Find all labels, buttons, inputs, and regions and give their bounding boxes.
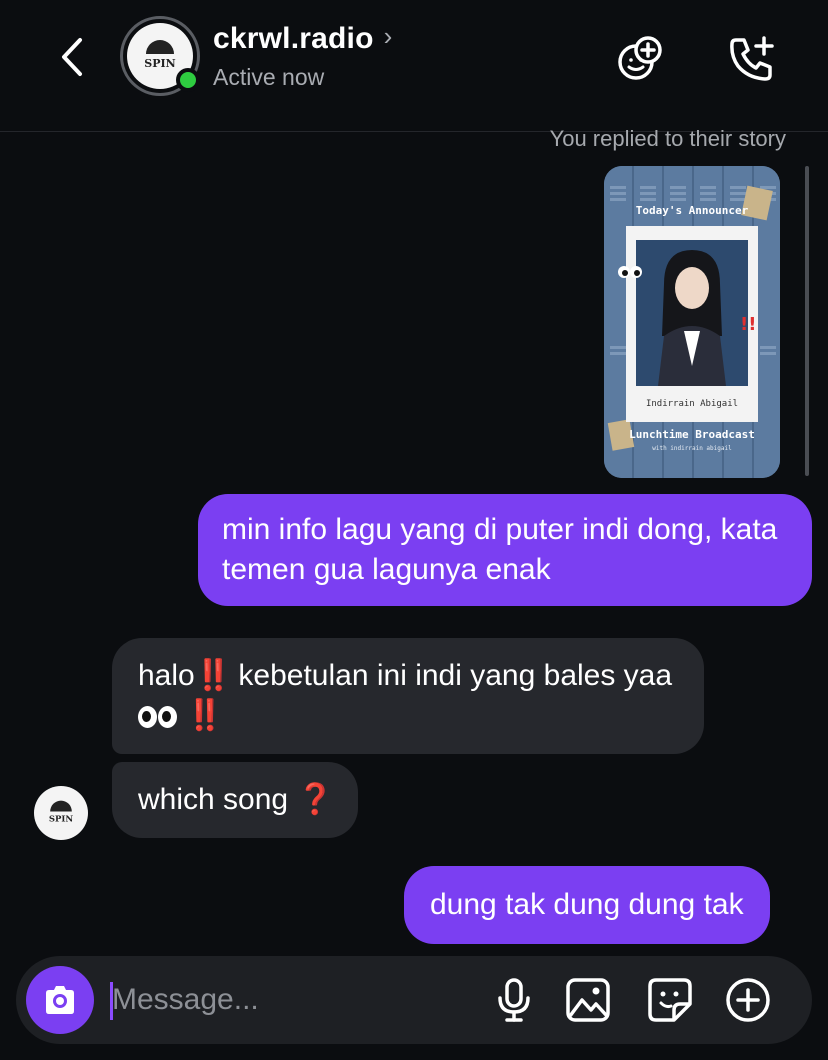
- add-call-icon[interactable]: [726, 32, 778, 84]
- sticker-icon[interactable]: [646, 976, 694, 1024]
- contact-avatar[interactable]: SPIN: [120, 16, 200, 96]
- spin-logo-icon: SPIN: [144, 40, 176, 70]
- gallery-icon[interactable]: [564, 976, 612, 1024]
- story-reply-note: You replied to their story: [549, 126, 786, 151]
- chat-header: SPIN ckrwl.radio › Active now: [0, 0, 828, 132]
- message-input[interactable]: [112, 978, 472, 1022]
- eyes-emoji: [138, 706, 178, 729]
- message-text: which song: [138, 783, 297, 816]
- outgoing-message[interactable]: min info lagu yang di puter indi dong, k…: [198, 494, 812, 606]
- double-exclamation-emoji: ‼️: [194, 659, 232, 692]
- svg-text:!!: !!: [740, 314, 756, 335]
- double-exclamation-emoji: ‼️: [186, 699, 223, 732]
- chevron-right-icon: ›: [383, 20, 393, 51]
- message-text: halo: [138, 659, 195, 692]
- story-preview[interactable]: Today's Announcer Indirrain Abigail !! L…: [604, 166, 780, 478]
- svg-text:Lunchtime Broadcast: Lunchtime Broadcast: [629, 428, 755, 441]
- incoming-message[interactable]: halo‼️ kebetulan ini indi yang bales yaa…: [112, 638, 704, 754]
- contact-name-row[interactable]: ckrwl.radio ›: [213, 20, 393, 56]
- microphone-icon[interactable]: [490, 976, 538, 1024]
- svg-text:Today's Announcer: Today's Announcer: [636, 204, 749, 217]
- story-image: Today's Announcer Indirrain Abigail !! L…: [604, 166, 780, 478]
- svg-text:with indirrain abigail: with indirrain abigail: [652, 445, 732, 452]
- message-text: kebetulan ini indi yang bales yaa: [230, 659, 673, 692]
- contact-name[interactable]: ckrwl.radio: [213, 22, 374, 56]
- add-member-icon[interactable]: [614, 32, 666, 84]
- svg-text:SPIN: SPIN: [49, 815, 74, 825]
- camera-icon: [46, 986, 74, 1014]
- camera-button[interactable]: [26, 966, 94, 1034]
- svg-text:Indirrain Abigail: Indirrain Abigail: [646, 399, 738, 409]
- active-status: Active now: [213, 64, 325, 90]
- incoming-message[interactable]: which song ❓: [112, 762, 358, 838]
- question-mark-emoji: ❓: [296, 783, 333, 816]
- sender-avatar[interactable]: SPIN: [34, 786, 88, 840]
- message-composer: [16, 956, 812, 1044]
- svg-text:SPIN: SPIN: [144, 57, 175, 70]
- online-indicator: [176, 68, 200, 92]
- outgoing-message[interactable]: dung tak dung dung tak: [404, 866, 770, 944]
- spin-logo-icon: SPIN: [49, 800, 74, 825]
- back-icon[interactable]: [52, 32, 92, 82]
- scrollbar[interactable]: [805, 166, 809, 476]
- plus-icon[interactable]: [724, 976, 772, 1024]
